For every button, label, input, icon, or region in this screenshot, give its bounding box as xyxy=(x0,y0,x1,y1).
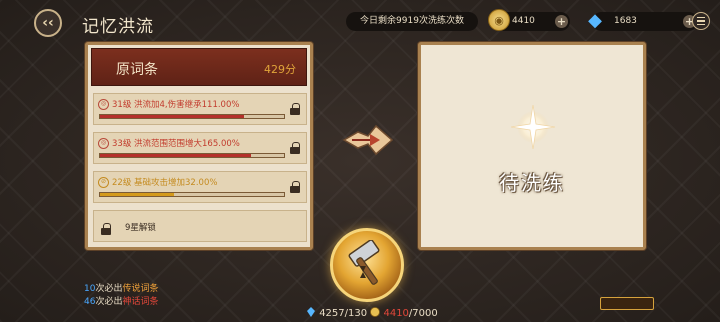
menu-icon xyxy=(697,16,705,19)
crystal-icon: ◆ xyxy=(588,9,602,31)
gold-value: 4410 xyxy=(512,16,535,26)
menu-button[interactable] xyxy=(692,12,710,30)
entry-row[interactable]: ◎ 31级 洪流加4,伤害继承111.00% xyxy=(93,93,307,125)
lock-icon[interactable] xyxy=(290,181,300,193)
gem-resource: ◆ 1683 + xyxy=(588,11,698,31)
entry-progress-fill xyxy=(100,115,244,118)
result-panel: 待洗练 xyxy=(418,42,646,250)
hammer-icon xyxy=(348,240,380,285)
add-gold-button[interactable]: + xyxy=(555,15,568,28)
original-header: 原词条 429分 xyxy=(91,48,307,86)
entry-text: 33级 洪流范围范围增大165.00% xyxy=(112,139,240,149)
crystal-icon xyxy=(307,307,315,317)
entry-progress-fill xyxy=(100,193,174,196)
entry-row[interactable]: ⊘ 22级 基础攻击增加32.00% xyxy=(93,171,307,203)
entry-progress-bar xyxy=(99,192,285,197)
locked-entry-row: 9星解锁 xyxy=(93,210,307,242)
back-button[interactable]: ‹‹ xyxy=(34,9,62,37)
back-icon: ‹‹ xyxy=(42,15,54,31)
gold-resource: ◉ 4410 + xyxy=(488,9,570,31)
entry-text: 22级 基础攻击增加32.00% xyxy=(112,178,218,188)
pending-wash-text: 待洗练 xyxy=(499,171,565,195)
wash-button[interactable] xyxy=(330,228,404,302)
entry-row[interactable]: ◎ 33级 洪流范围范围增大165.00% xyxy=(93,132,307,164)
entry-progress-bar xyxy=(99,153,285,158)
gem-value: 1683 xyxy=(614,16,637,26)
wash-count-label: 今日剩余9919次洗练次数 xyxy=(346,12,478,31)
entry-text: 31级 洪流加4,伤害继承111.00% xyxy=(112,100,240,110)
target-icon: ◎ xyxy=(98,99,109,110)
lock-icon[interactable] xyxy=(290,142,300,154)
entry-progress-bar xyxy=(99,114,285,119)
cost-gold-have: 4410 xyxy=(383,308,409,319)
rules-button[interactable] xyxy=(600,297,654,310)
original-score: 429分 xyxy=(264,63,296,76)
cost-gold-need: /7000 xyxy=(408,308,438,319)
cost-crystal: 4257/130 xyxy=(319,308,368,319)
wash-cost: 4257/130 4410/7000 xyxy=(306,307,438,319)
lock-icon xyxy=(101,223,111,235)
coin-icon xyxy=(370,307,381,317)
sword-icon: ⊘ xyxy=(98,177,109,188)
unlock-requirement: 9星解锁 xyxy=(125,223,156,233)
original-title: 原词条 xyxy=(116,62,158,78)
entry-progress-fill xyxy=(100,154,251,157)
page-title: 记忆洪流 xyxy=(82,17,154,37)
original-entries-panel: 原词条 429分 ◎ 31级 洪流加4,伤害继承111.00% ◎ 33级 洪流… xyxy=(85,42,313,250)
target-icon: ◎ xyxy=(98,138,109,149)
legend-guarantee: 10次必出传说词条 xyxy=(84,284,159,294)
lock-icon[interactable] xyxy=(290,103,300,115)
sparkle-icon xyxy=(510,104,556,150)
myth-guarantee: 46次必出神话词条 xyxy=(84,297,159,307)
coin-icon: ◉ xyxy=(488,9,510,31)
arrow-right-icon xyxy=(342,124,394,156)
